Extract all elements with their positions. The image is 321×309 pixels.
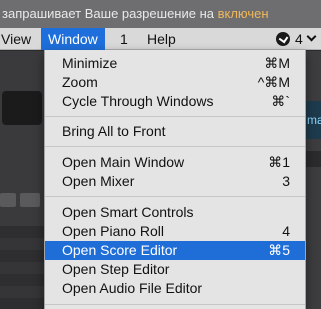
menu-separator [45,304,305,305]
menu-separator [45,196,305,197]
menu-item-label: Open Smart Controls [62,204,194,220]
menu-item-shortcut: ⌘5 [268,242,290,258]
status-value: 4 [295,31,303,47]
menu-help[interactable]: Help [141,28,182,50]
background-button [20,193,40,207]
menu-item-cycle-windows[interactable]: Cycle Through Windows ⌘` [45,92,305,111]
menu-item-open-step-editor[interactable]: Open Step Editor [45,260,305,279]
window-menu: Minimize ⌘M Zoom ^⌘M Cycle Through Windo… [44,50,306,309]
background-block [306,151,321,167]
menu-item-shortcut: 4 [282,223,290,239]
menu-item-label: Minimize [62,55,118,71]
status-item[interactable]: 4 [270,28,309,50]
menu-separator [45,146,305,147]
menu-view[interactable]: View [0,28,37,50]
menu-item-shortcut: ^⌘M [257,74,290,90]
background-track-strip [0,226,44,309]
menu-item-label: Open Main Window [62,154,185,170]
menu-item-open-piano-roll[interactable]: Open Piano Roll 4 [45,222,305,241]
menu-item-open-score-editor[interactable]: Open Score Editor ⌘5 [45,241,305,260]
background-button [0,193,16,207]
menu-bar: View Window 1 Help 4 [0,28,321,50]
menu-window[interactable]: Window [41,28,105,50]
background-lcd: maj [306,101,321,139]
menu-item-zoom[interactable]: Zoom ^⌘M [45,73,305,92]
menu-separator [45,116,305,117]
notification-text: запрашивает Ваше разрешение на [2,6,218,21]
menu-item-shortcut: ⌘M [264,55,290,71]
menu-item-shortcut: ⌘1 [268,154,290,170]
menu-item-label: Open Score Editor [62,242,178,258]
background-knob [2,91,42,125]
menu-item-minimize[interactable]: Minimize ⌘M [45,54,305,73]
menu-item-open-main-window[interactable]: Open Main Window ⌘1 [45,153,305,172]
menu-item-open-mixer[interactable]: Open Mixer 3 [45,172,305,191]
menu-item-label: Open Mixer [62,173,135,189]
menu-item-label: Cycle Through Windows [62,93,214,109]
menu-item-label: Bring All to Front [62,123,166,139]
menu-item-shortcut: ⌘` [271,93,290,109]
notification-banner: запрашивает Ваше разрешение на включен [0,0,321,28]
background-app-right: maj [306,51,321,309]
menu-item-open-audio-file-editor[interactable]: Open Audio File Editor [45,279,305,298]
menu-item-label: Open Piano Roll [62,223,164,239]
checkmark-circle-icon [276,32,290,46]
menu-item-bring-all-to-front[interactable]: Bring All to Front [45,122,305,141]
background-app-left [0,51,44,309]
menu-item-label: Open Audio File Editor [62,280,203,296]
menu-item-label: Zoom [62,74,98,90]
menu-one[interactable]: 1 [114,28,134,50]
notification-highlight: включен [217,6,269,21]
menu-item-label: Open Step Editor [62,261,170,277]
menu-item-open-smart-controls[interactable]: Open Smart Controls [45,203,305,222]
menu-item-shortcut: 3 [282,173,290,189]
